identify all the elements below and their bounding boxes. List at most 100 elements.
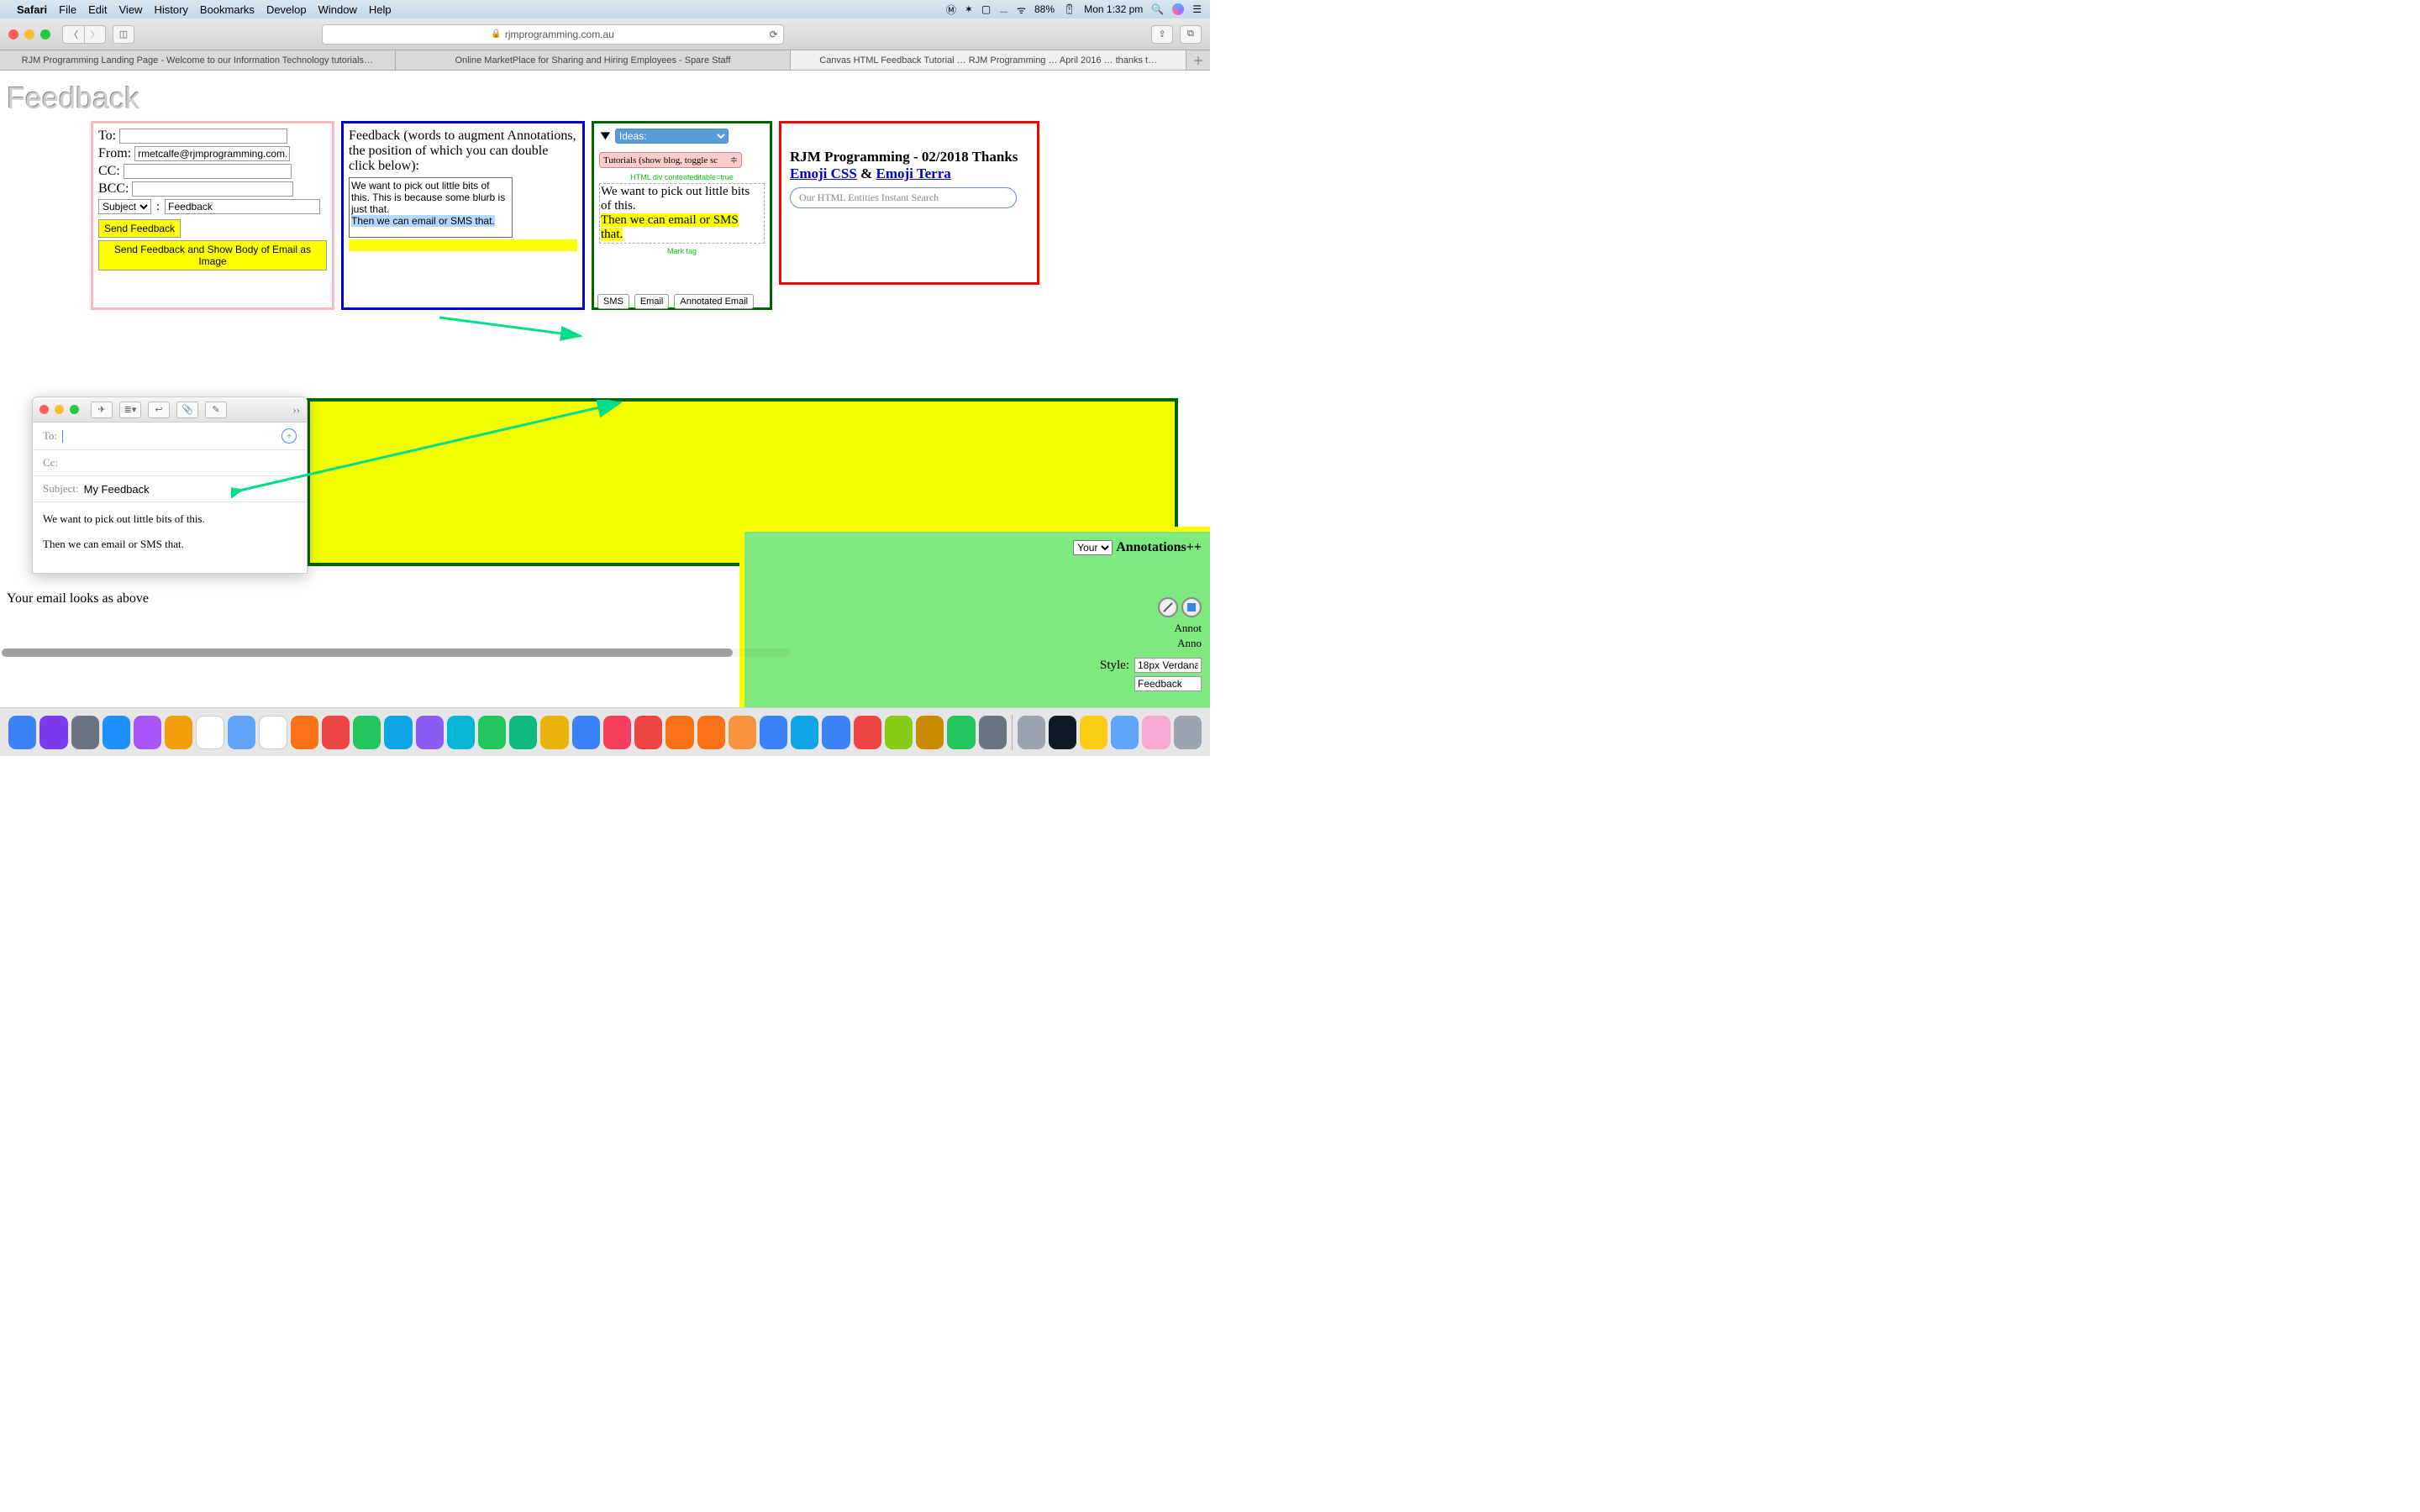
- notifications-icon[interactable]: ☰: [1192, 3, 1202, 15]
- attach-icon[interactable]: 📎: [176, 402, 198, 418]
- menu-edit[interactable]: Edit: [88, 3, 107, 16]
- siri-icon[interactable]: [1172, 3, 1184, 15]
- minimize-window-button[interactable]: [24, 29, 34, 39]
- mail-close-button[interactable]: [39, 405, 49, 414]
- reload-icon[interactable]: ⟳: [770, 29, 778, 40]
- email-button[interactable]: Email: [634, 294, 670, 309]
- new-tab-button[interactable]: ＋: [1186, 50, 1210, 70]
- dock-app-icon[interactable]: [1142, 716, 1170, 749]
- dock-app-icon[interactable]: [634, 716, 662, 749]
- entities-search[interactable]: Our HTML Entities Instant Search: [790, 187, 1017, 208]
- dock-app-icon[interactable]: [1174, 716, 1202, 749]
- dock-app-icon[interactable]: [1080, 716, 1107, 749]
- bcc-input[interactable]: [132, 181, 293, 197]
- ideas-select[interactable]: Ideas:: [615, 129, 729, 144]
- menu-history[interactable]: History: [154, 3, 187, 16]
- dock-app-icon[interactable]: [729, 716, 756, 749]
- emoji-terra-link[interactable]: Emoji Terra: [876, 165, 951, 181]
- dock-app-icon[interactable]: [384, 716, 412, 749]
- tabs-button[interactable]: ⧉: [1180, 25, 1202, 44]
- annotated-email-button[interactable]: Annotated Email: [674, 294, 754, 309]
- wifi-icon[interactable]: ᯤ: [1017, 3, 1026, 17]
- back-button[interactable]: 〈: [62, 25, 84, 44]
- horizontal-scrollbar[interactable]: [2, 648, 790, 657]
- dock-app-icon[interactable]: [979, 716, 1007, 749]
- send-icon[interactable]: ✈: [91, 402, 113, 418]
- rect-tool-icon[interactable]: [1181, 597, 1202, 617]
- dock-app-icon[interactable]: [760, 716, 787, 749]
- menu-bookmarks[interactable]: Bookmarks: [200, 3, 255, 16]
- dock-app-icon[interactable]: [322, 716, 350, 749]
- dock-app-icon[interactable]: [822, 716, 850, 749]
- add-recipient-button[interactable]: +: [281, 428, 297, 444]
- dock-app-icon[interactable]: [39, 716, 67, 749]
- clock[interactable]: Mon 1:32 pm: [1084, 3, 1143, 15]
- sidebar-button[interactable]: ◫: [113, 25, 134, 44]
- feedback-input[interactable]: [1134, 676, 1202, 691]
- dock-app-icon[interactable]: [854, 716, 881, 749]
- cc-input[interactable]: [124, 164, 292, 179]
- tutorials-select[interactable]: Tutorials (show blog, toggle sc: [599, 152, 742, 168]
- dock-app-icon[interactable]: [196, 716, 224, 749]
- send-feedback-show-button[interactable]: Send Feedback and Show Body of Email as …: [98, 240, 327, 270]
- menu-develop[interactable]: Develop: [266, 3, 307, 16]
- scrollbar-thumb[interactable]: [2, 648, 733, 657]
- spotlight-icon[interactable]: 🔍: [1151, 3, 1164, 15]
- dock-app-icon[interactable]: [603, 716, 631, 749]
- dock-app-icon[interactable]: [353, 716, 381, 749]
- menu-view[interactable]: View: [119, 3, 143, 16]
- zoom-window-button[interactable]: [40, 29, 50, 39]
- dock-app-icon[interactable]: [447, 716, 475, 749]
- dock-app-icon[interactable]: [509, 716, 537, 749]
- send-feedback-button[interactable]: Send Feedback: [98, 219, 181, 238]
- contenteditable-div[interactable]: We want to pick out little bits of this.…: [599, 183, 765, 244]
- app-name[interactable]: Safari: [17, 3, 47, 16]
- overflow-icon[interactable]: ››: [292, 403, 300, 417]
- dock-app-icon[interactable]: [259, 716, 287, 749]
- dock-app-icon[interactable]: [228, 716, 255, 749]
- menu-help[interactable]: Help: [369, 3, 392, 16]
- style-input[interactable]: [1134, 658, 1202, 673]
- dock-app-icon[interactable]: [478, 716, 506, 749]
- to-input[interactable]: [119, 129, 287, 144]
- dock-app-icon[interactable]: [1111, 716, 1139, 749]
- dock-app-icon[interactable]: [1049, 716, 1076, 749]
- share-button[interactable]: ⇪: [1151, 25, 1173, 44]
- dock-app-icon[interactable]: [71, 716, 99, 749]
- url-bar[interactable]: 🔒 rjmprogramming.com.au ⟳: [322, 24, 784, 45]
- emoji-css-link[interactable]: Emoji CSS: [790, 165, 857, 181]
- from-input[interactable]: [134, 146, 290, 161]
- airplay-icon[interactable]: ▢: [981, 3, 991, 15]
- dock-app-icon[interactable]: [916, 716, 944, 749]
- menu-window[interactable]: Window: [318, 3, 357, 16]
- dock-app-icon[interactable]: [947, 716, 975, 749]
- format-icon[interactable]: ✎: [205, 402, 227, 418]
- mail-body[interactable]: We want to pick out little bits of this.…: [33, 502, 307, 573]
- subject-input[interactable]: [165, 199, 320, 214]
- menubar-extra-icon[interactable]: Ⓜ: [946, 3, 956, 17]
- close-window-button[interactable]: [8, 29, 18, 39]
- dock-app-icon[interactable]: [165, 716, 192, 749]
- menu-file[interactable]: File: [59, 3, 76, 16]
- dock-app-icon[interactable]: [1018, 716, 1045, 749]
- dock-app-icon[interactable]: [697, 716, 725, 749]
- mail-zoom-button[interactable]: [70, 405, 79, 414]
- sms-button[interactable]: SMS: [597, 294, 629, 309]
- header-fields-icon[interactable]: ≣▾: [119, 402, 141, 418]
- dock-app-icon[interactable]: [103, 716, 130, 749]
- tab-2[interactable]: Online MarketPlace for Sharing and Hirin…: [396, 50, 792, 70]
- bluetooth-icon[interactable]: ⚊: [999, 3, 1008, 15]
- tab-3[interactable]: Canvas HTML Feedback Tutorial … RJM Prog…: [791, 50, 1186, 70]
- dock-app-icon[interactable]: [572, 716, 600, 749]
- dock-app-icon[interactable]: [540, 716, 568, 749]
- forward-button[interactable]: 〉: [84, 25, 106, 44]
- line-tool-icon[interactable]: [1158, 597, 1178, 617]
- dock-app-icon[interactable]: [291, 716, 318, 749]
- dock-app-icon[interactable]: [134, 716, 161, 749]
- mail-cc-input[interactable]: [63, 457, 297, 470]
- dock-app-icon[interactable]: [885, 716, 913, 749]
- mail-subject-input[interactable]: [84, 483, 297, 496]
- dock-app-icon[interactable]: [666, 716, 693, 749]
- tab-1[interactable]: RJM Programming Landing Page - Welcome t…: [0, 50, 396, 70]
- dock-app-icon[interactable]: [791, 716, 818, 749]
